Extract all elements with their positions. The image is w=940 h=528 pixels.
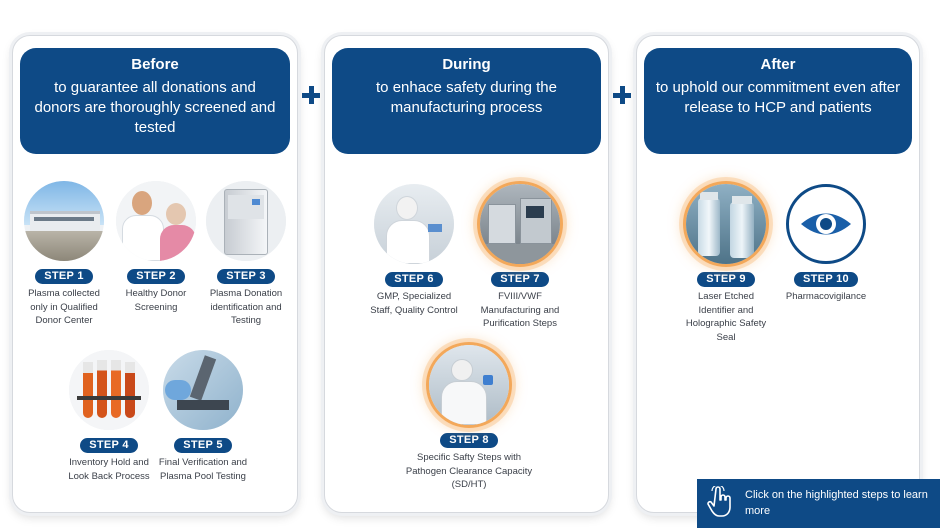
lab-technician-image xyxy=(374,184,454,264)
step-5: STEP 5 Final Verification and Plasma Poo… xyxy=(158,350,248,483)
step-3-badge: STEP 3 xyxy=(217,269,275,284)
step-1-badge: STEP 1 xyxy=(35,269,93,284)
step-6-label: GMP, Specialized Staff, Quality Control xyxy=(370,291,458,316)
step-5-badge: STEP 5 xyxy=(174,438,232,453)
step-4-badge: STEP 4 xyxy=(80,438,138,453)
panel-after-subtitle: to uphold our commitment even after rele… xyxy=(655,79,901,116)
microscope-image xyxy=(163,350,243,430)
step-3-label: Plasma Donation identification and Testi… xyxy=(209,288,283,326)
step-2-label: Healthy Donor Screening xyxy=(125,288,187,313)
panel-after-header: After to uphold our commitment even afte… xyxy=(644,48,912,154)
panel-during-title: During xyxy=(442,56,491,73)
step-8-label: Specific Safty Steps with Pathogen Clear… xyxy=(405,452,533,490)
donor-center-building-image xyxy=(24,181,104,261)
step-2: STEP 2 Healthy Donor Screening xyxy=(111,181,201,314)
step-4: STEP 4 Inventory Hold and Look Back Proc… xyxy=(64,350,154,483)
plasma-test-tubes-image xyxy=(69,350,149,430)
panel-before-subtitle: to guarantee all donations and donors ar… xyxy=(34,79,276,136)
step-7-badge[interactable]: STEP 7 xyxy=(491,272,549,287)
panel-during-subtitle: to enhace safety during the manufacturin… xyxy=(376,79,557,116)
step-3: STEP 3 Plasma Donation identification an… xyxy=(201,181,291,328)
step-7-label: FVIII/VWF Manufacturing and Purification… xyxy=(480,291,560,329)
step-1-label: Plasma collected only in Qualified Donor… xyxy=(28,288,100,326)
step-8[interactable]: STEP 8 Specific Safty Steps with Pathoge… xyxy=(406,345,532,492)
step-9-badge[interactable]: STEP 9 xyxy=(697,272,755,287)
step-10: STEP 10 Pharmacovigilance xyxy=(781,184,871,304)
step-7[interactable]: STEP 7 FVIII/VWF Manufacturing and Purif… xyxy=(475,184,565,331)
step-6: STEP 6 GMP, Specialized Staff, Quality C… xyxy=(369,184,459,317)
step-9[interactable]: STEP 9 Laser Etched Identifier and Holog… xyxy=(681,184,771,344)
eye-icon xyxy=(786,184,866,264)
step-5-label: Final Verification and Plasma Pool Testi… xyxy=(158,457,248,482)
step-2-badge: STEP 2 xyxy=(127,269,185,284)
step-10-badge: STEP 10 xyxy=(794,272,858,287)
panel-after-title: After xyxy=(760,56,796,73)
step-6-badge: STEP 6 xyxy=(385,272,443,287)
step-8-badge[interactable]: STEP 8 xyxy=(440,433,498,448)
cta-box: Click on the highlighted steps to learn … xyxy=(697,479,940,528)
cleanroom-technician-image[interactable] xyxy=(429,345,509,425)
step-4-label: Inventory Hold and Look Back Process xyxy=(68,457,150,482)
step-10-label: Pharmacovigilance xyxy=(785,291,867,302)
manufacturing-machinery-image[interactable] xyxy=(480,184,560,264)
doctor-with-patient-image xyxy=(116,181,196,261)
panel-during-header: During to enhace safety during the manuf… xyxy=(332,48,601,154)
step-9-label: Laser Etched Identifier and Holographic … xyxy=(685,291,767,343)
step-1: STEP 1 Plasma collected only in Qualifie… xyxy=(19,181,109,328)
panel-before-header: Before to guarantee all donations and do… xyxy=(20,48,290,154)
vials-image[interactable] xyxy=(686,184,766,264)
hand-pointer-icon xyxy=(707,486,731,517)
lab-freezer-image xyxy=(206,181,286,261)
panel-before-title: Before xyxy=(131,56,179,73)
plus-icon xyxy=(302,86,320,104)
plus-icon xyxy=(613,86,631,104)
cta-text: Click on the highlighted steps to learn … xyxy=(745,489,928,517)
panel-after: After to uphold our commitment even afte… xyxy=(636,35,920,513)
